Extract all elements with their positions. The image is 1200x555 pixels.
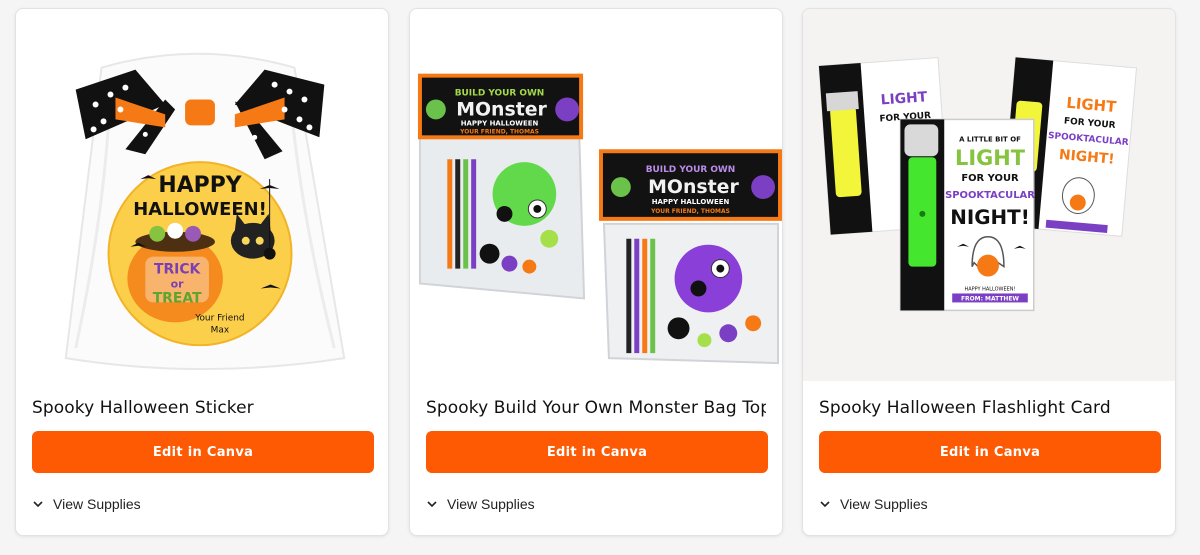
sticker-text-halloween: HALLOWEEN! [133,199,267,220]
topper-text-build-2: BUILD YOUR OWN [646,165,736,175]
card-text-happy-halloween: HAPPY HALLOWEEN! [965,286,1016,292]
card-text-night: NIGHT! [950,206,1030,229]
topper-text-monster: MOnster [456,98,547,120]
view-supplies-label: View Supplies [840,496,928,512]
sticker-text-trick: TRICK [154,262,202,278]
product-card: HAPPY HALLOWEEN! TRICK or TREAT Your Fri… [15,8,389,536]
topper-text-halloween-2: HAPPY HALLOWEEN [652,198,730,206]
edit-in-canva-button[interactable]: Edit in Canva [32,431,374,473]
view-supplies-label: View Supplies [53,496,141,512]
chevron-down-icon [427,501,437,508]
topper-text-friend: YOUR FRIEND, THOMAS [459,128,539,135]
sticker-text-happy: HAPPY [158,173,242,198]
svg-text:LIGHT: LIGHT [880,89,928,108]
card-text-light: LIGHT [955,146,1026,170]
view-supplies-toggle[interactable]: View Supplies [32,493,141,515]
product-card: BUILD YOUR OWN MOnster HAPPY HALLOWEEN Y… [409,8,783,536]
topper-text-friend-2: YOUR FRIEND, THOMAS [650,208,730,215]
card-text-spooktacular: SPOOKTACULAR [945,190,1035,201]
chevron-down-icon [33,501,43,508]
sticker-text-or: or [171,278,185,291]
sticker-text-friend: Your Friend [194,313,244,323]
view-supplies-toggle[interactable]: View Supplies [819,493,928,515]
sticker-text-treat: TREAT [153,290,202,306]
view-supplies-label: View Supplies [447,496,535,512]
topper-text-monster-2: MOnster [648,176,739,198]
product-image[interactable]: BUILD YOUR OWN MOnster HAPPY HALLOWEEN Y… [410,9,782,381]
product-title: Spooky Build Your Own Monster Bag Topper [426,398,766,418]
card-text-little: A LITTLE BIT OF [959,135,1021,143]
topper-text-build: BUILD YOUR OWN [455,89,545,99]
edit-in-canva-button[interactable]: Edit in Canva [426,431,768,473]
product-title: Spooky Halloween Sticker [32,398,254,418]
card-text-for-your: FOR YOUR [961,173,1019,184]
chevron-down-icon [820,501,830,508]
view-supplies-toggle[interactable]: View Supplies [426,493,535,515]
edit-in-canva-button[interactable]: Edit in Canva [819,431,1161,473]
card-text-from: FROM: MATTHEW [961,295,1019,302]
product-title: Spooky Halloween Flashlight Card [819,398,1111,418]
product-image[interactable]: HAPPY HALLOWEEN! TRICK or TREAT Your Fri… [16,9,388,381]
product-grid: HAPPY HALLOWEEN! TRICK or TREAT Your Fri… [0,0,1200,555]
topper-text-halloween: HAPPY HALLOWEEN [461,119,539,127]
product-card: LIGHT FOR YOUR LIGHT FOR YOUR SPOOKTACUL… [802,8,1176,536]
sticker-text-name: Max [211,325,229,335]
product-image[interactable]: LIGHT FOR YOUR LIGHT FOR YOUR SPOOKTACUL… [803,9,1175,381]
